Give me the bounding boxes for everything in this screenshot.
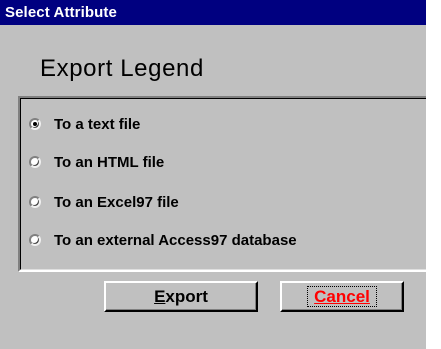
option-label: To an Excel97 file <box>54 193 179 211</box>
radio-html-file[interactable] <box>29 156 41 168</box>
option-html-file[interactable]: To an HTML file <box>29 151 164 173</box>
dialog-heading: Export Legend <box>40 55 204 82</box>
option-excel97-file[interactable]: To an Excel97 file <box>29 191 179 213</box>
cancel-button-label: Cancel <box>314 287 370 306</box>
option-access97-database[interactable]: To an external Access97 database <box>29 229 297 251</box>
select-attribute-dialog: Select Attribute Export Legend To a text… <box>0 0 433 349</box>
export-button[interactable]: Export <box>104 281 258 312</box>
export-label-rest: xport <box>165 286 208 306</box>
radio-excel97-file[interactable] <box>29 196 41 208</box>
window-title: Select Attribute <box>5 4 117 21</box>
option-text-file[interactable]: To a text file <box>29 113 140 135</box>
export-button-label: Export <box>154 287 208 307</box>
cancel-button[interactable]: Cancel <box>280 281 404 312</box>
radio-access97-database[interactable] <box>29 234 41 246</box>
title-bar[interactable]: Select Attribute <box>0 0 426 25</box>
option-label: To a text file <box>54 115 141 133</box>
cancel-focus-rect: Cancel <box>307 286 377 307</box>
export-accelerator: E <box>154 286 166 306</box>
option-label: To an external Access97 database <box>54 231 297 249</box>
export-options-group: To a text file To an HTML file To an Exc… <box>18 96 433 272</box>
background-strip <box>426 0 441 349</box>
export-options-group-inner: To a text file To an HTML file To an Exc… <box>20 98 431 270</box>
radio-text-file[interactable] <box>29 118 41 130</box>
option-label: To an HTML file <box>54 153 165 171</box>
